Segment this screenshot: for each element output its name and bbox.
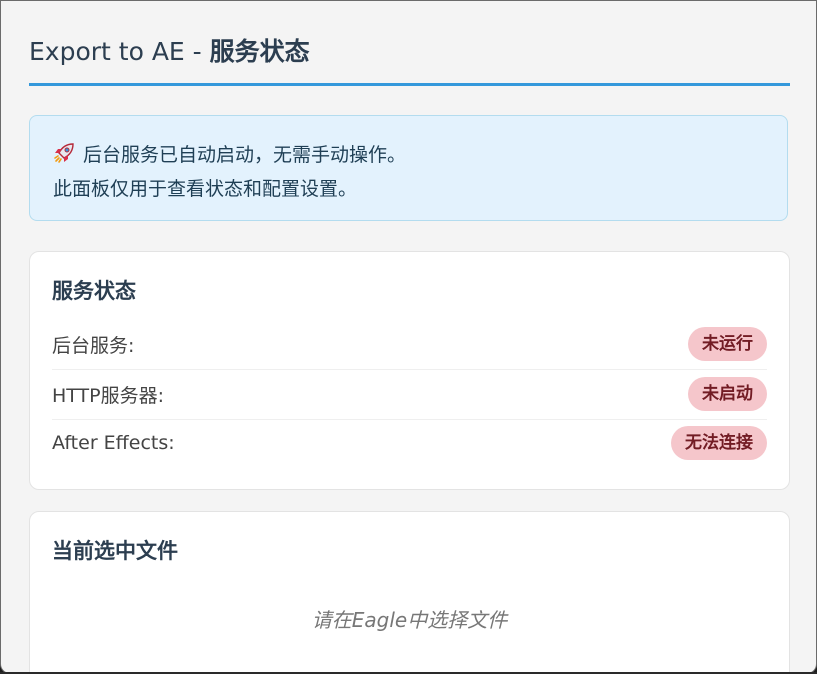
- status-badge: 未启动: [688, 377, 767, 411]
- status-row-after-effects: After Effects: 无法连接: [52, 418, 767, 468]
- current-file-title: 当前选中文件: [52, 539, 178, 563]
- info-notice: 后台服务已自动启动，无需手动操作。 此面板仅用于查看状态和配置设置。: [29, 115, 788, 221]
- notice-text-1: 后台服务已自动启动，无需手动操作。: [83, 144, 407, 166]
- status-label: After Effects:: [52, 432, 175, 454]
- notice-line-2: 此面板仅用于查看状态和配置设置。: [53, 178, 358, 200]
- plugin-window: Export to AE - 服务状态 后台服务已自动启动，无需手动操作。 此面…: [0, 0, 817, 674]
- page-title: Export to AE - 服务状态: [29, 35, 310, 69]
- service-status-title: 服务状态: [52, 279, 136, 303]
- page-title-main: 服务状态: [209, 37, 310, 66]
- service-status-card: 服务状态 后台服务: 未运行 HTTP服务器: 未启动 After Effect…: [29, 251, 790, 490]
- empty-file-hint: 请在Eagle中选择文件: [311, 608, 508, 632]
- status-badge: 无法连接: [671, 426, 767, 460]
- status-row-background-service: 后台服务: 未运行: [52, 319, 767, 370]
- status-badge: 未运行: [688, 327, 767, 361]
- page-title-prefix: Export to AE -: [29, 37, 210, 66]
- status-label: 后台服务:: [52, 334, 135, 357]
- notice-line-1: 后台服务已自动启动，无需手动操作。: [53, 140, 787, 174]
- title-divider: [29, 83, 790, 86]
- status-row-http-server: HTTP服务器: 未启动: [52, 369, 767, 420]
- rocket-icon: [53, 142, 75, 174]
- current-file-card: 当前选中文件 请在Eagle中选择文件: [29, 511, 790, 673]
- status-label: HTTP服务器:: [52, 384, 165, 407]
